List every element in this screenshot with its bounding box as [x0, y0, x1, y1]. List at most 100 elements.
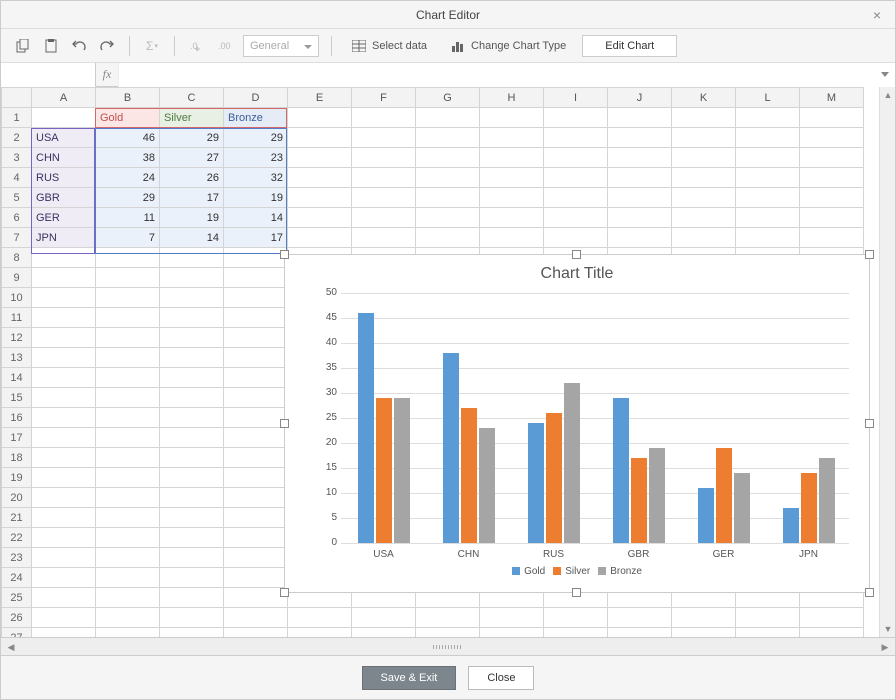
- cell-A20[interactable]: [32, 488, 96, 508]
- cell-F7[interactable]: [352, 228, 416, 248]
- cell-C22[interactable]: [160, 528, 224, 548]
- cell-D16[interactable]: [224, 408, 288, 428]
- resize-handle[interactable]: [865, 419, 874, 428]
- paste-icon[interactable]: [41, 36, 61, 56]
- cell-A22[interactable]: [32, 528, 96, 548]
- resize-handle[interactable]: [865, 250, 874, 259]
- cell-K5[interactable]: [672, 188, 736, 208]
- cell-E27[interactable]: [288, 628, 352, 638]
- save-exit-button[interactable]: Save & Exit: [362, 666, 457, 690]
- cell-K6[interactable]: [672, 208, 736, 228]
- cell-B24[interactable]: [96, 568, 160, 588]
- col-header-L[interactable]: L: [736, 88, 800, 108]
- row-header-6[interactable]: 6: [2, 208, 32, 228]
- cell-A14[interactable]: [32, 368, 96, 388]
- cell-H1[interactable]: [480, 108, 544, 128]
- col-header-I[interactable]: I: [544, 88, 608, 108]
- corner-cell[interactable]: [2, 88, 32, 108]
- cell-C27[interactable]: [160, 628, 224, 638]
- cell-D18[interactable]: [224, 448, 288, 468]
- cell-A9[interactable]: [32, 268, 96, 288]
- cell-C3[interactable]: 27: [160, 148, 224, 168]
- cell-D11[interactable]: [224, 308, 288, 328]
- row-header-18[interactable]: 18: [2, 448, 32, 468]
- cell-C6[interactable]: 19: [160, 208, 224, 228]
- cell-H7[interactable]: [480, 228, 544, 248]
- cell-C4[interactable]: 26: [160, 168, 224, 188]
- cell-B25[interactable]: [96, 588, 160, 608]
- cell-D22[interactable]: [224, 528, 288, 548]
- cell-K3[interactable]: [672, 148, 736, 168]
- cell-B27[interactable]: [96, 628, 160, 638]
- cell-B13[interactable]: [96, 348, 160, 368]
- cell-D15[interactable]: [224, 388, 288, 408]
- cell-B20[interactable]: [96, 488, 160, 508]
- cell-C11[interactable]: [160, 308, 224, 328]
- cell-A8[interactable]: [32, 248, 96, 268]
- resize-handle[interactable]: [280, 419, 289, 428]
- cell-F26[interactable]: [352, 608, 416, 628]
- cell-D6[interactable]: 14: [224, 208, 288, 228]
- row-header-27[interactable]: 27: [2, 628, 32, 638]
- cell-M26[interactable]: [800, 608, 864, 628]
- cell-L26[interactable]: [736, 608, 800, 628]
- cell-M2[interactable]: [800, 128, 864, 148]
- cell-B22[interactable]: [96, 528, 160, 548]
- cell-G1[interactable]: [416, 108, 480, 128]
- cell-A1[interactable]: [32, 108, 96, 128]
- cell-I7[interactable]: [544, 228, 608, 248]
- cell-D27[interactable]: [224, 628, 288, 638]
- col-header-C[interactable]: C: [160, 88, 224, 108]
- cell-G7[interactable]: [416, 228, 480, 248]
- row-header-25[interactable]: 25: [2, 588, 32, 608]
- cell-A5[interactable]: GBR: [32, 188, 96, 208]
- cell-B26[interactable]: [96, 608, 160, 628]
- scroll-down-icon[interactable]: ▼: [880, 621, 895, 637]
- cell-D13[interactable]: [224, 348, 288, 368]
- cell-A3[interactable]: CHN: [32, 148, 96, 168]
- col-header-B[interactable]: B: [96, 88, 160, 108]
- row-header-9[interactable]: 9: [2, 268, 32, 288]
- change-chart-type-button[interactable]: Change Chart Type: [443, 35, 574, 57]
- cell-C16[interactable]: [160, 408, 224, 428]
- row-header-13[interactable]: 13: [2, 348, 32, 368]
- row-header-14[interactable]: 14: [2, 368, 32, 388]
- row-header-15[interactable]: 15: [2, 388, 32, 408]
- cell-B14[interactable]: [96, 368, 160, 388]
- cell-L2[interactable]: [736, 128, 800, 148]
- cell-F2[interactable]: [352, 128, 416, 148]
- cell-J1[interactable]: [608, 108, 672, 128]
- cell-D26[interactable]: [224, 608, 288, 628]
- cell-J7[interactable]: [608, 228, 672, 248]
- cell-G2[interactable]: [416, 128, 480, 148]
- row-header-5[interactable]: 5: [2, 188, 32, 208]
- fx-icon[interactable]: fx: [96, 67, 118, 82]
- cell-F4[interactable]: [352, 168, 416, 188]
- col-header-H[interactable]: H: [480, 88, 544, 108]
- cell-L1[interactable]: [736, 108, 800, 128]
- cell-J3[interactable]: [608, 148, 672, 168]
- cell-J6[interactable]: [608, 208, 672, 228]
- cell-F1[interactable]: [352, 108, 416, 128]
- cell-B9[interactable]: [96, 268, 160, 288]
- scroll-up-icon[interactable]: ▲: [880, 87, 895, 103]
- redo-icon[interactable]: [97, 36, 117, 56]
- cell-B23[interactable]: [96, 548, 160, 568]
- cell-K2[interactable]: [672, 128, 736, 148]
- cell-B8[interactable]: [96, 248, 160, 268]
- row-header-20[interactable]: 20: [2, 488, 32, 508]
- cell-B7[interactable]: 7: [96, 228, 160, 248]
- cell-C12[interactable]: [160, 328, 224, 348]
- row-header-10[interactable]: 10: [2, 288, 32, 308]
- cell-I27[interactable]: [544, 628, 608, 638]
- row-header-23[interactable]: 23: [2, 548, 32, 568]
- cell-J27[interactable]: [608, 628, 672, 638]
- row-header-3[interactable]: 3: [2, 148, 32, 168]
- col-header-D[interactable]: D: [224, 88, 288, 108]
- cell-J4[interactable]: [608, 168, 672, 188]
- col-header-A[interactable]: A: [32, 88, 96, 108]
- cell-D12[interactable]: [224, 328, 288, 348]
- spreadsheet-grid[interactable]: ABCDEFGHIJKLM1GoldSilverBronze2USA462929…: [1, 87, 895, 637]
- close-icon[interactable]: ×: [869, 7, 885, 23]
- col-header-K[interactable]: K: [672, 88, 736, 108]
